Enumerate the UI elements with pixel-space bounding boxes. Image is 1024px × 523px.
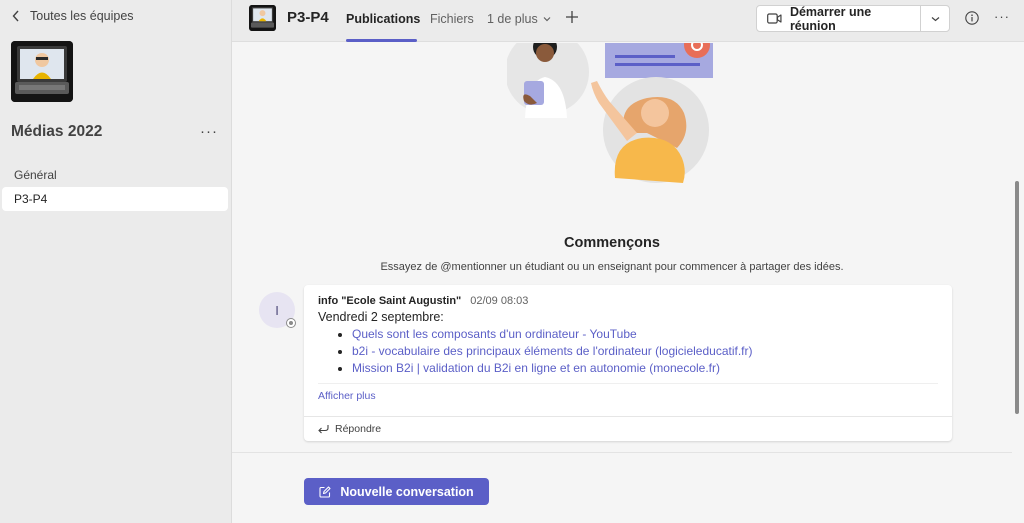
channel-general[interactable]: Général: [2, 163, 228, 187]
meeting-options-dropdown[interactable]: [921, 6, 949, 31]
empty-state-subtitle: Essayez de @mentionner un étudiant ou un…: [380, 261, 844, 273]
new-conversation-button[interactable]: Nouvelle conversation: [304, 478, 489, 505]
team-avatar-image: [11, 41, 73, 102]
channel-avatar: [249, 5, 276, 31]
post-link[interactable]: b2i - vocabulaire des principaux élément…: [352, 344, 753, 358]
team-name: Médias 2022: [11, 123, 103, 140]
active-tab-indicator: [346, 39, 417, 42]
back-to-all-teams[interactable]: Toutes les équipes: [12, 9, 134, 23]
channel-title: P3-P4: [287, 9, 329, 26]
start-meeting-label: Démarrer une réunion: [789, 4, 872, 33]
start-meeting-split-button: Démarrer une réunion: [756, 4, 950, 33]
header-more-options-button[interactable]: ···: [994, 9, 1010, 24]
reply-arrow-icon: [318, 425, 329, 434]
compose-icon: [319, 485, 331, 498]
post-author[interactable]: info "Ecole Saint Augustin": [318, 295, 461, 307]
post-divider: [318, 383, 938, 384]
channel-label: Général: [14, 168, 57, 182]
team-avatar[interactable]: [11, 41, 73, 102]
channel-label: P3-P4: [14, 192, 48, 206]
start-meeting-button[interactable]: Démarrer une réunion: [757, 4, 921, 33]
channel-avatar-image: [249, 5, 276, 31]
post-meta: info "Ecole Saint Augustin" 02/09 08:03: [318, 295, 528, 307]
post-link[interactable]: Mission B2i | validation du B2i en ligne…: [352, 361, 720, 375]
welcome-illustration: [507, 43, 713, 183]
presence-status-icon: [286, 318, 296, 328]
list-item: Quels sont les composants d'un ordinateu…: [338, 326, 753, 343]
video-camera-icon: [767, 13, 782, 24]
feed-divider: [232, 452, 1012, 453]
team-sidebar: Toutes les équipes Médias 2022 ··· Génér…: [0, 0, 232, 523]
tab-fichiers[interactable]: Fichiers: [430, 12, 474, 26]
list-item: b2i - vocabulaire des principaux élément…: [338, 343, 753, 360]
see-more-link[interactable]: Afficher plus: [318, 390, 376, 402]
new-conversation-label: Nouvelle conversation: [340, 484, 474, 499]
post-body-text: Vendredi 2 septembre:: [318, 310, 444, 324]
empty-state-title: Commençons: [564, 235, 660, 251]
chevron-down-icon: [543, 17, 551, 22]
post-link-list: Quels sont les composants d'un ordinateu…: [338, 326, 753, 377]
feed-scrollbar[interactable]: [1015, 181, 1019, 414]
tab-publications[interactable]: Publications: [346, 12, 420, 26]
tab-more[interactable]: 1 de plus: [487, 12, 551, 26]
team-more-options-button[interactable]: ···: [200, 123, 218, 140]
info-icon[interactable]: [965, 11, 979, 25]
tab-more-label: 1 de plus: [487, 12, 538, 26]
post-link[interactable]: Quels sont les composants d'un ordinateu…: [352, 327, 637, 341]
chevron-left-icon: [12, 10, 19, 22]
plus-icon[interactable]: [565, 10, 579, 24]
reply-button[interactable]: Répondre: [304, 416, 952, 441]
channel-p3-p4[interactable]: P3-P4: [2, 187, 228, 211]
back-label: Toutes les équipes: [30, 9, 134, 23]
post-timestamp: 02/09 08:03: [470, 295, 529, 307]
avatar-initial: I: [275, 302, 279, 318]
chevron-down-icon: [931, 16, 939, 21]
channel-header: P3-P4 Publications Fichiers 1 de plus Dé…: [232, 0, 1024, 42]
reply-label: Répondre: [335, 423, 382, 435]
post-card: info "Ecole Saint Augustin" 02/09 08:03 …: [304, 285, 952, 441]
list-item: Mission B2i | validation du B2i en ligne…: [338, 360, 753, 377]
